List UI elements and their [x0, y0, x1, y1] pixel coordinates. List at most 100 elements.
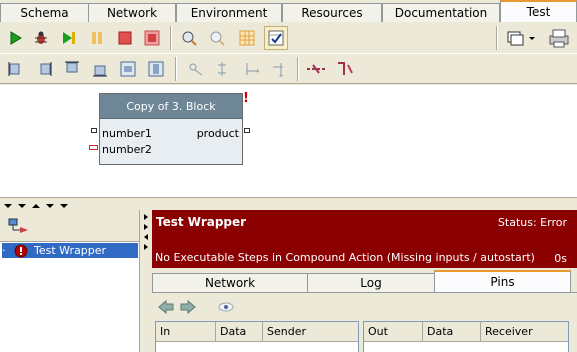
debug-button[interactable]	[30, 27, 52, 49]
checklist-icon	[268, 30, 284, 46]
column-header[interactable]: Out	[364, 322, 423, 342]
output-port-label: product	[196, 127, 239, 140]
toolbar-separator	[297, 57, 299, 81]
tab-pins[interactable]: Pins	[434, 270, 571, 292]
align-top-button[interactable]	[61, 58, 83, 80]
disconnect-button[interactable]	[305, 58, 327, 80]
arrow-left-icon	[158, 300, 174, 314]
tab-label: Network	[106, 6, 158, 20]
status-state: Status: Error	[497, 216, 567, 229]
toolbar-separator	[496, 26, 498, 50]
step-button[interactable]	[58, 27, 80, 49]
align-left-icon	[8, 62, 20, 76]
eye-icon	[218, 302, 234, 312]
align-left-button[interactable]	[5, 58, 27, 80]
align-bottom-button[interactable]	[89, 58, 111, 80]
zoom-out-button[interactable]	[206, 27, 228, 49]
tab-label: Schema	[20, 6, 69, 20]
status-title: Test Wrapper	[156, 215, 247, 229]
tab-network-detail[interactable]: Network	[152, 273, 308, 292]
horizontal-splitter[interactable]	[0, 198, 577, 210]
reset-icon	[144, 30, 160, 46]
tab-label: Log	[360, 276, 382, 290]
vsplit-arrows-icon	[144, 214, 148, 250]
column-header[interactable]: Data	[216, 322, 263, 342]
zoom-in-button[interactable]	[178, 27, 200, 49]
tree-item-test-wrapper[interactable]: · Test Wrapper	[2, 243, 138, 258]
test-status-panel: Test Wrapper Status: Error No Executable…	[152, 210, 577, 268]
input-port-label: number2	[102, 143, 152, 156]
vertical-splitter[interactable]	[140, 210, 152, 352]
align-right-button[interactable]	[33, 58, 55, 80]
tab-schema[interactable]: Schema	[0, 3, 89, 22]
tab-resources[interactable]: Resources	[282, 3, 382, 22]
grid-icon	[239, 30, 255, 46]
schema-canvas[interactable]: Copy of 3. Block number1 number2 product…	[0, 85, 577, 198]
detail-tabbar: Network Log Pins	[152, 270, 577, 292]
align-top-icon	[65, 61, 79, 73]
output-pins-table[interactable]: Out Data Receiver	[363, 321, 569, 352]
status-time: 0s	[554, 252, 567, 265]
toolbar-separator	[170, 26, 172, 50]
disconnect-icon	[307, 64, 325, 74]
tab-documentation[interactable]: Documentation	[382, 3, 500, 22]
back-button[interactable]	[156, 297, 176, 317]
grid-button[interactable]	[236, 27, 258, 49]
print-button[interactable]	[546, 26, 572, 50]
zoom-in-icon	[182, 31, 197, 46]
input-port-label: number1	[102, 127, 152, 140]
connect-button[interactable]	[240, 58, 262, 80]
pins-panel: In Data Sender Out Data Receiver	[152, 292, 577, 352]
tab-network[interactable]: Network	[88, 3, 176, 22]
column-header[interactable]: In	[156, 322, 216, 342]
distribute-icon	[189, 63, 203, 76]
column-header[interactable]: Receiver	[481, 322, 568, 342]
tree-expander[interactable]: ·	[2, 244, 14, 257]
status-message: No Executable Steps in Compound Action (…	[155, 251, 535, 264]
stop-icon	[118, 31, 132, 45]
distribute-button[interactable]	[185, 58, 207, 80]
reset-button[interactable]	[141, 27, 163, 49]
test-tree-panel: · Test Wrapper	[0, 210, 140, 352]
tree-item-label: Test Wrapper	[34, 244, 107, 257]
stop-button[interactable]	[114, 27, 136, 49]
run-button[interactable]	[4, 27, 26, 49]
route-icon	[218, 62, 226, 76]
input-pins-table[interactable]: In Data Sender	[155, 321, 359, 352]
link-icon	[338, 62, 353, 75]
input-pin[interactable]	[91, 128, 97, 133]
route-button[interactable]	[211, 58, 233, 80]
tab-label: Documentation	[394, 6, 488, 20]
watch-button[interactable]	[216, 297, 236, 317]
pause-button[interactable]	[86, 27, 108, 49]
tree-toolbar	[0, 210, 139, 242]
run-icon	[10, 31, 22, 45]
center-v-button[interactable]	[145, 58, 167, 80]
debug-icon	[35, 31, 47, 44]
output-pin[interactable]	[244, 128, 250, 133]
connect-alt-icon	[273, 63, 283, 77]
tab-label: Network	[204, 276, 256, 290]
toolbar-separator	[175, 57, 177, 81]
link-button[interactable]	[334, 58, 356, 80]
warning-marker: !	[243, 91, 249, 106]
center-v-icon	[148, 61, 164, 77]
windows-dropdown-button[interactable]	[504, 27, 540, 49]
center-h-icon	[120, 61, 136, 77]
checklist-button[interactable]	[264, 26, 288, 50]
forward-button[interactable]	[178, 297, 198, 317]
center-h-button[interactable]	[117, 58, 139, 80]
tab-log[interactable]: Log	[307, 273, 435, 292]
column-header[interactable]: Sender	[263, 322, 358, 342]
tab-environment[interactable]: Environment	[176, 3, 282, 22]
column-header[interactable]: Data	[423, 322, 481, 342]
tab-label: Pins	[490, 275, 515, 289]
run-toolbar	[0, 22, 577, 54]
connect-alt-button[interactable]	[268, 58, 290, 80]
tab-test[interactable]: Test	[500, 0, 577, 22]
windows-dropdown-icon	[507, 31, 535, 46]
input-pin-error[interactable]	[89, 145, 98, 150]
block-node[interactable]: Copy of 3. Block number1 number2 product	[89, 93, 250, 165]
print-icon	[549, 29, 569, 48]
wrapper-tree-icon[interactable]	[8, 217, 30, 235]
